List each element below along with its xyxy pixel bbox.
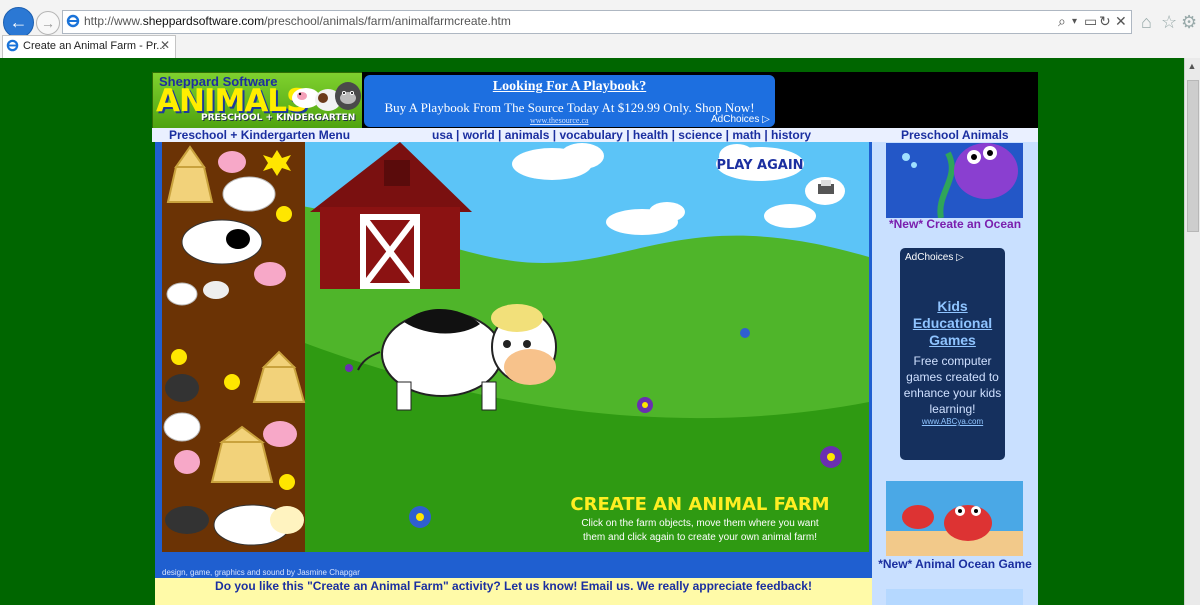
crab-game-caption[interactable]: *New* Animal Ocean Game <box>872 557 1038 571</box>
search-icon[interactable]: ⌕ <box>1058 13 1066 30</box>
forward-button[interactable]: → <box>36 11 60 35</box>
favorites-star-icon[interactable]: ☆ <box>1161 12 1177 33</box>
scroll-up-arrow-icon[interactable]: ▲ <box>1187 61 1197 71</box>
feedback-text[interactable]: Do you like this "Create an Animal Farm"… <box>155 579 872 593</box>
arrow-left-icon: ← <box>9 12 28 32</box>
tab-favicon-icon <box>6 39 19 52</box>
game-canvas[interactable]: PLAY AGAIN CREATE AN ANIMAL FARM Click o… <box>162 142 869 552</box>
arrow-right-icon: → <box>41 15 55 31</box>
compat-view-icon[interactable]: ▭ <box>1084 13 1097 30</box>
nav-link-health[interactable]: health <box>633 128 668 142</box>
back-button[interactable]: ← <box>3 7 34 38</box>
game-title: CREATE AN ANIMAL FARM <box>570 494 829 515</box>
nav-link-science[interactable]: science <box>678 128 722 142</box>
logo-animals-art <box>292 82 361 111</box>
scrollbar-thumb[interactable] <box>1187 80 1199 232</box>
sidebar-ad-url[interactable]: www.ABCya.com <box>900 417 1005 426</box>
home-icon[interactable]: ⌂ <box>1141 12 1152 33</box>
sidebar-ad-body: Free computer games created to enhance y… <box>903 354 1002 416</box>
ocean-game-caption[interactable]: *New* Create an Ocean <box>872 217 1038 231</box>
url-domain: sheppardsoftware.com <box>142 14 265 28</box>
url-text[interactable]: http://www.sheppardsoftware.com/preschoo… <box>84 14 511 28</box>
stop-icon[interactable]: ✕ <box>1115 13 1127 30</box>
ocean-game-thumbnail[interactable] <box>886 143 1023 218</box>
ie-logo-icon <box>66 14 80 28</box>
adchoices-link[interactable]: AdChoices ▷ <box>711 114 770 125</box>
game-instructions-2: them and click again to create your own … <box>583 532 817 543</box>
nav-link-vocabulary[interactable]: vocabulary <box>559 128 622 142</box>
close-tab-icon[interactable]: ✕ <box>160 38 170 52</box>
logo-sub-text: PRESCHOOL + KINDERGARTEN <box>201 113 356 123</box>
nav-link-math[interactable]: math <box>732 128 761 142</box>
settings-gear-icon[interactable]: ⚙ <box>1181 12 1197 33</box>
game-credit: design, game, graphics and sound by Jasm… <box>162 568 360 577</box>
site-logo[interactable]: Sheppard Software ANIMALS PRESCHOOL + KI… <box>152 72 364 129</box>
next-game-thumbnail[interactable] <box>886 589 1023 605</box>
sidebar-adchoices-link[interactable]: AdChoices ▷ <box>905 252 964 263</box>
preschool-menu-link[interactable]: Preschool + Kindergarten Menu <box>169 128 350 142</box>
nav-link-history[interactable]: history <box>771 128 811 142</box>
tab-title: Create an Animal Farm - Pr... <box>23 40 166 52</box>
preschool-animals-link[interactable]: Preschool Animals <box>901 128 1009 142</box>
subject-nav: usa | world | animals | vocabulary | hea… <box>432 128 812 142</box>
crab-game-thumbnail[interactable] <box>886 481 1023 556</box>
banner-ad-url[interactable]: www.thesource.ca <box>530 116 589 125</box>
nav-link-usa[interactable]: usa <box>432 128 453 142</box>
dropdown-icon[interactable]: ▾ <box>1072 16 1077 27</box>
game-instructions-1: Click on the farm objects, move them whe… <box>581 518 819 529</box>
banner-ad-title[interactable]: Looking For A Playbook? <box>364 79 775 95</box>
play-again-label: PLAY AGAIN <box>716 158 803 173</box>
nav-link-animals[interactable]: animals <box>505 128 550 142</box>
nav-link-world[interactable]: world <box>463 128 495 142</box>
refresh-icon[interactable]: ↻ <box>1099 13 1111 30</box>
sidebar-ad-title[interactable]: Kids Educational Games <box>900 298 1005 349</box>
